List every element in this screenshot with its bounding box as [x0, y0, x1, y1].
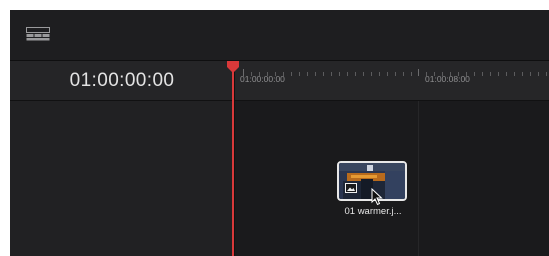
ruler-tick	[514, 72, 515, 76]
ruler-tick	[299, 72, 300, 76]
clip-name-label: 01 warmer.j...	[344, 206, 402, 217]
ruler-tick	[411, 72, 412, 76]
timeline-panel: 01:00:00:00 01:00:00:00 01:00:08:00 01 w…	[10, 10, 549, 256]
ruler-tick	[498, 72, 499, 76]
ruler-tick	[379, 72, 380, 76]
playhead-handle[interactable]	[226, 61, 240, 73]
timeline-gridline	[418, 101, 419, 256]
ruler-tick	[474, 72, 475, 76]
ruler-tick	[371, 72, 372, 76]
ruler-tick	[355, 72, 356, 76]
timeline-toolbar	[10, 10, 549, 60]
ruler-tick	[387, 72, 388, 76]
ruler-tick	[323, 72, 324, 76]
ruler-tick	[403, 72, 404, 76]
ruler-tick	[339, 72, 340, 76]
timecode-display[interactable]: 01:00:00:00	[10, 61, 234, 100]
ruler-tick	[331, 72, 332, 76]
ruler-label-8s: 01:00:08:00	[425, 74, 470, 84]
track-header[interactable]	[10, 101, 234, 256]
ruler-tick	[363, 72, 364, 76]
ruler-tick	[546, 72, 547, 76]
ruler-tick	[347, 72, 348, 76]
ruler-tick	[506, 72, 507, 76]
ruler-tick	[490, 72, 491, 76]
mouse-pointer-icon	[371, 188, 383, 206]
timeline-ruler[interactable]: 01:00:00:00 01:00:08:00	[234, 61, 549, 100]
ruler-tick	[307, 72, 308, 76]
ruler-tick	[418, 69, 419, 76]
ruler-tick	[522, 72, 523, 76]
ruler-label-start: 01:00:00:00	[240, 74, 285, 84]
ruler-tick	[291, 72, 292, 76]
playhead-line[interactable]	[232, 70, 234, 256]
ruler-tick	[315, 72, 316, 76]
ruler-tick	[395, 72, 396, 76]
ruler-tick	[482, 72, 483, 76]
image-icon	[345, 183, 357, 193]
current-timecode: 01:00:00:00	[69, 70, 175, 91]
ruler-tick	[530, 72, 531, 76]
ruler-tick	[538, 72, 539, 76]
timeline-layout-icon[interactable]	[26, 27, 50, 41]
